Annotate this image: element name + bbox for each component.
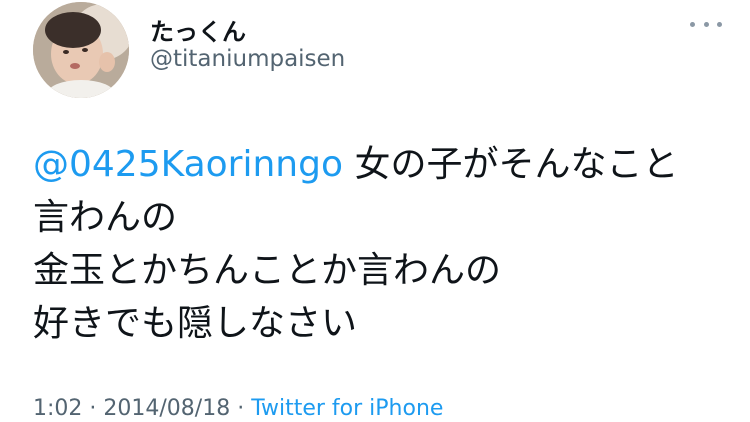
avatar[interactable] xyxy=(33,2,129,98)
tweet-line-2: 言わんの xyxy=(33,197,178,238)
tweet-text: @0425Kaorinngo 女の子がそんなこと 言わんの 金玉とかちんことか言… xyxy=(33,138,723,350)
tweet-date[interactable]: 2014/08/18 xyxy=(103,396,230,421)
tweet-time[interactable]: 1:02 xyxy=(33,396,82,421)
tweet-first-line-text: 女の子がそんなこと xyxy=(343,144,679,185)
tweet-line-4: 好きでも隠しなさい xyxy=(33,303,358,344)
tweet-line-1: @0425Kaorinngo 女の子がそんなこと xyxy=(33,138,723,191)
mention-link[interactable]: @0425Kaorinngo xyxy=(33,144,343,185)
more-icon-dot xyxy=(690,21,695,27)
tweet-meta: 1:02 · 2014/08/18 · Twitter for iPhone xyxy=(33,396,443,421)
tweet-line-3: 金玉とかちんことか言わんの xyxy=(33,250,502,291)
more-options-button[interactable] xyxy=(690,14,722,34)
display-name[interactable]: たっくん xyxy=(150,12,246,47)
avatar-photo-icon xyxy=(33,2,129,98)
user-handle[interactable]: @titaniumpaisen xyxy=(150,46,345,72)
more-icon-dot xyxy=(717,21,722,27)
tweet-source-link[interactable]: Twitter for iPhone xyxy=(251,396,443,421)
more-icon-dot xyxy=(703,21,709,27)
meta-separator: · xyxy=(230,396,252,421)
meta-separator: · xyxy=(82,396,104,421)
